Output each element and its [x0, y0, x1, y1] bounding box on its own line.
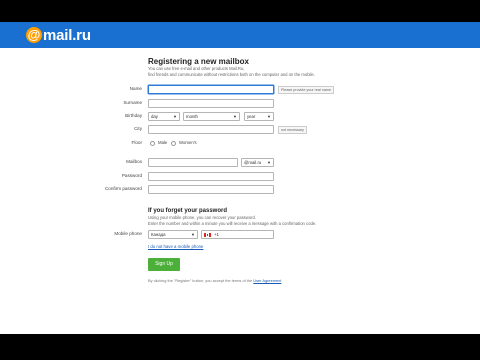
recovery-line-2: Enter the number and within a minute you…	[148, 220, 317, 226]
user-agreement-link[interactable]: User Agreement	[253, 278, 281, 283]
chevron-down-icon: ▼	[191, 232, 195, 237]
birthday-month-value: month	[186, 114, 198, 119]
birthday-day-value: day	[151, 114, 158, 119]
no-phone-link[interactable]: I do not have a mobile phone	[148, 244, 203, 249]
password-input[interactable]	[148, 172, 274, 181]
intro-text: You can use free e-mail and other produc…	[148, 66, 358, 77]
name-row: Name Please provide your real name	[0, 85, 480, 95]
sign-up-button[interactable]: Sign Up	[148, 258, 180, 271]
confirm-password-label: Confirm password	[104, 186, 142, 191]
chevron-down-icon: ▼	[173, 114, 177, 119]
birthday-year-value: year	[247, 114, 256, 119]
gender-row: Floor Male Women's	[0, 139, 480, 149]
terms-text: By clicking the "Register" button, you a…	[148, 278, 281, 283]
mobile-phone-row: Mobile phone Канада ▼ +1	[0, 230, 480, 240]
mobile-phone-label: Mobile phone	[114, 231, 142, 236]
recovery-heading: If you forget your password	[148, 208, 228, 214]
city-input[interactable]	[148, 125, 274, 134]
phone-number-input[interactable]: +1	[201, 230, 274, 239]
chevron-down-icon: ▼	[267, 160, 271, 165]
surname-row: Surname	[0, 99, 480, 109]
mailbox-domain-select[interactable]: @mail.ru ▼	[241, 158, 274, 167]
birthday-month-select[interactable]: month ▼	[183, 112, 240, 121]
gender-female-radio[interactable]	[171, 141, 176, 146]
chevron-down-icon: ▼	[233, 114, 237, 119]
screen-frame: @ mail.ru Registering a new mailbox You …	[0, 0, 480, 360]
gender-label: Floor	[131, 140, 142, 145]
chevron-down-icon: ▼	[267, 114, 271, 119]
logo-text: mail.ru	[43, 26, 91, 44]
city-hint: not necessary	[278, 126, 307, 134]
mailru-logo[interactable]: @ mail.ru	[26, 26, 91, 44]
birthday-year-select[interactable]: year ▼	[244, 112, 274, 121]
birthday-row: Birthday day ▼ month ▼ year ▼	[0, 112, 480, 122]
phone-country-value: Канада	[151, 232, 166, 237]
name-label: Name	[129, 86, 142, 91]
mailbox-input[interactable]	[148, 158, 238, 167]
site-header: @ mail.ru	[0, 22, 480, 48]
intro-line-2: find friends and communicate without res…	[148, 71, 315, 77]
terms-prefix: By clicking the "Register" button, you a…	[148, 278, 253, 283]
mailbox-row: Mailbox @mail.ru ▼	[0, 158, 480, 168]
birthday-day-select[interactable]: day ▼	[148, 112, 180, 121]
gender-male-label: Male	[158, 140, 168, 145]
city-label: City	[134, 126, 142, 131]
page-title: Registering a new mailbox	[148, 57, 249, 66]
mailbox-label: Mailbox	[126, 159, 142, 164]
birthday-label: Birthday	[125, 113, 142, 118]
mailbox-domain-value: mail.ru	[248, 160, 262, 165]
recovery-text: Using your mobile phone, you can recover…	[148, 215, 368, 226]
registration-page: @ mail.ru Registering a new mailbox You …	[0, 22, 480, 334]
surname-input[interactable]	[148, 99, 274, 108]
logo-at-icon: @	[26, 27, 42, 43]
phone-prefix: +1	[214, 232, 219, 237]
password-row: Password	[0, 172, 480, 182]
confirm-password-input[interactable]	[148, 185, 274, 194]
canada-flag-icon	[204, 233, 211, 237]
name-input[interactable]	[148, 85, 274, 94]
surname-label: Surname	[123, 100, 142, 105]
phone-country-select[interactable]: Канада ▼	[148, 230, 198, 239]
city-row: City not necessary	[0, 125, 480, 135]
gender-male-radio[interactable]	[150, 141, 155, 146]
confirm-password-row: Confirm password	[0, 185, 480, 195]
password-label: Password	[121, 173, 142, 178]
name-hint: Please provide your real name	[278, 86, 335, 94]
gender-female-label: Women's	[179, 140, 197, 145]
